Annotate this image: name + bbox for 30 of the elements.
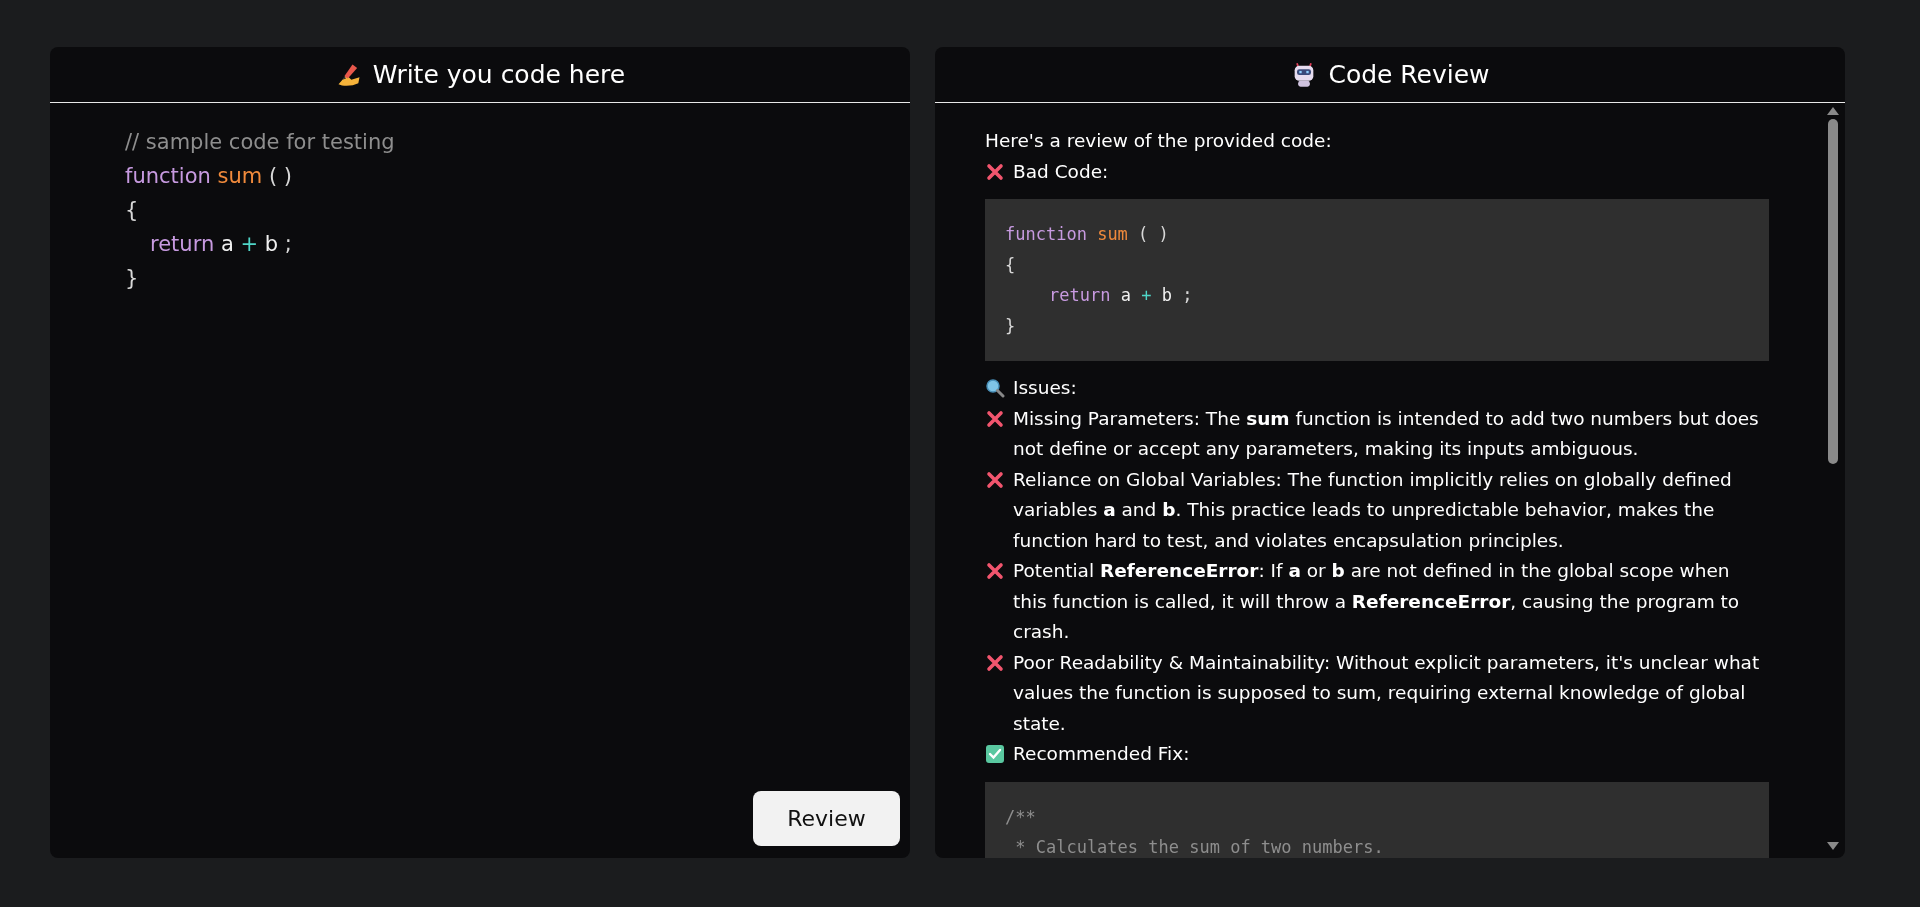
code-line: { xyxy=(125,197,139,224)
cross-icon xyxy=(985,561,1005,581)
review-text: Reliance on Global Variables: The function implicitly relies on globally defined variables a and b. This practice leads to unpredictable behavior, makes the function hard to test, and violates encapsulation principles. xyxy=(1013,467,1733,553)
review-text: Recommended Fix: xyxy=(1013,742,1191,766)
review-text: Potential ReferenceError: If a or b are not defined in the global scope when this function is called, it will throw a ReferenceError, causing the program to crash. xyxy=(1013,559,1741,644)
review-button[interactable]: Review xyxy=(753,791,900,846)
code-line: return a + b ; xyxy=(149,231,292,258)
code-line: * Calculates the sum of two numbers. xyxy=(1014,836,1384,858)
panel-title: Write you code here xyxy=(372,60,626,89)
search-icon xyxy=(985,378,1005,398)
code-line: /** xyxy=(1005,805,1036,829)
code-line: // sample code for testing xyxy=(125,129,395,156)
review-text: Missing Parameters: The sum function is intended to add two numbers but does not define or accept any parameters, making its inputs ambiguous. xyxy=(1013,406,1760,461)
review-text: Poor Readability & Maintainability: Without explicit parameters, it's unclear what values the function is supposed to sum, requiring external knowledge of global state. xyxy=(1013,650,1761,736)
review-text: Here's a review of the provided code: xyxy=(985,129,1333,153)
panel-title: Code Review xyxy=(1328,60,1490,89)
code-editor[interactable]: // sample code for testing function sum ( ) { return a + b ; } xyxy=(50,103,910,791)
check-icon xyxy=(985,744,1005,764)
code-line: } xyxy=(1005,314,1016,338)
code-line: { xyxy=(1005,253,1016,277)
review-text: Issues: xyxy=(1013,376,1078,400)
cross-icon xyxy=(985,469,1005,490)
cross-icon xyxy=(985,161,1005,182)
code-line: function sum ( ) xyxy=(125,163,292,190)
cross-icon xyxy=(985,652,1005,673)
code-line: function sum ( ) xyxy=(1005,223,1169,246)
code-line: } xyxy=(125,265,139,292)
cross-icon xyxy=(985,408,1005,429)
review-text: Bad Code: xyxy=(1013,159,1110,184)
code-line: return a + b ; xyxy=(1048,284,1193,307)
